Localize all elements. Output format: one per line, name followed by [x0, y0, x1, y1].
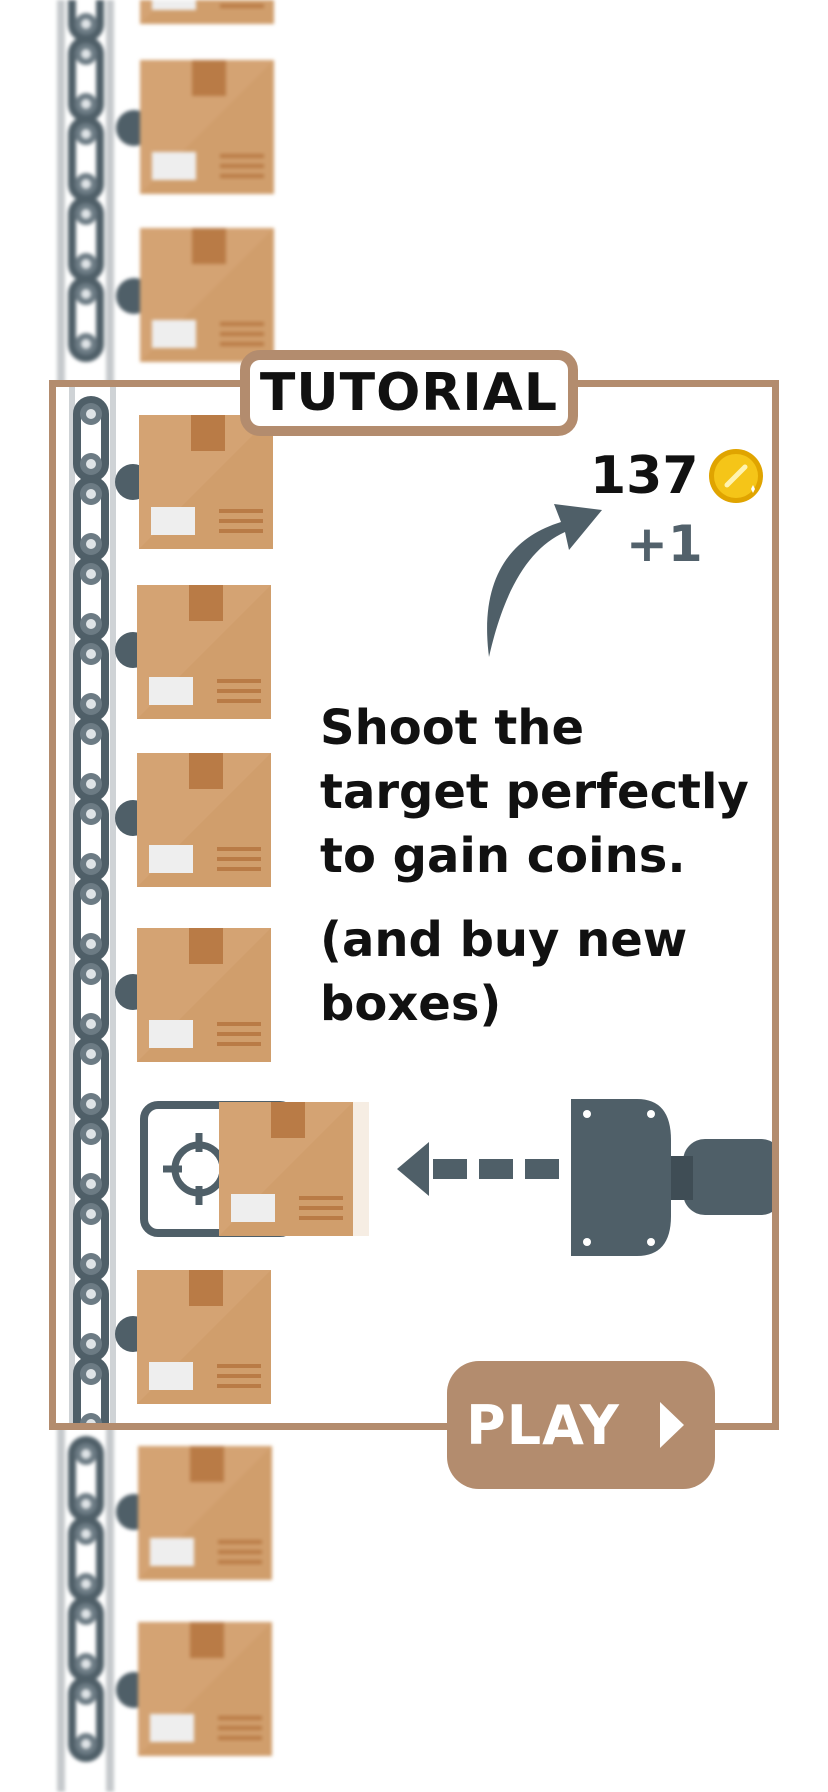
shooter-machine — [571, 1099, 772, 1256]
coin-icon — [708, 449, 763, 503]
instructions: Shoot the target perfectly to gain coins… — [320, 696, 760, 1056]
coin-count: 137 — [590, 446, 699, 506]
tutorial-title: TUTORIAL — [240, 350, 578, 436]
coin-gain: +1 — [626, 515, 703, 573]
conveyor-chain — [77, 400, 105, 1430]
target-slot — [140, 1101, 369, 1237]
dashed-arrow-left-icon — [397, 1142, 559, 1196]
instruction-text: Shoot the target perfectly to gain coins… — [320, 700, 749, 884]
box-stack — [115, 415, 273, 1404]
instruction-subtext: (and buy new boxes) — [320, 912, 688, 1032]
curved-arrow-icon — [487, 504, 602, 657]
coin-counter: 137 — [590, 446, 765, 506]
crosshair-icon — [163, 1133, 227, 1205]
chevron-right-icon — [659, 1402, 684, 1448]
play-button-label: PLAY — [466, 1393, 620, 1457]
play-button[interactable]: PLAY — [447, 1361, 715, 1489]
